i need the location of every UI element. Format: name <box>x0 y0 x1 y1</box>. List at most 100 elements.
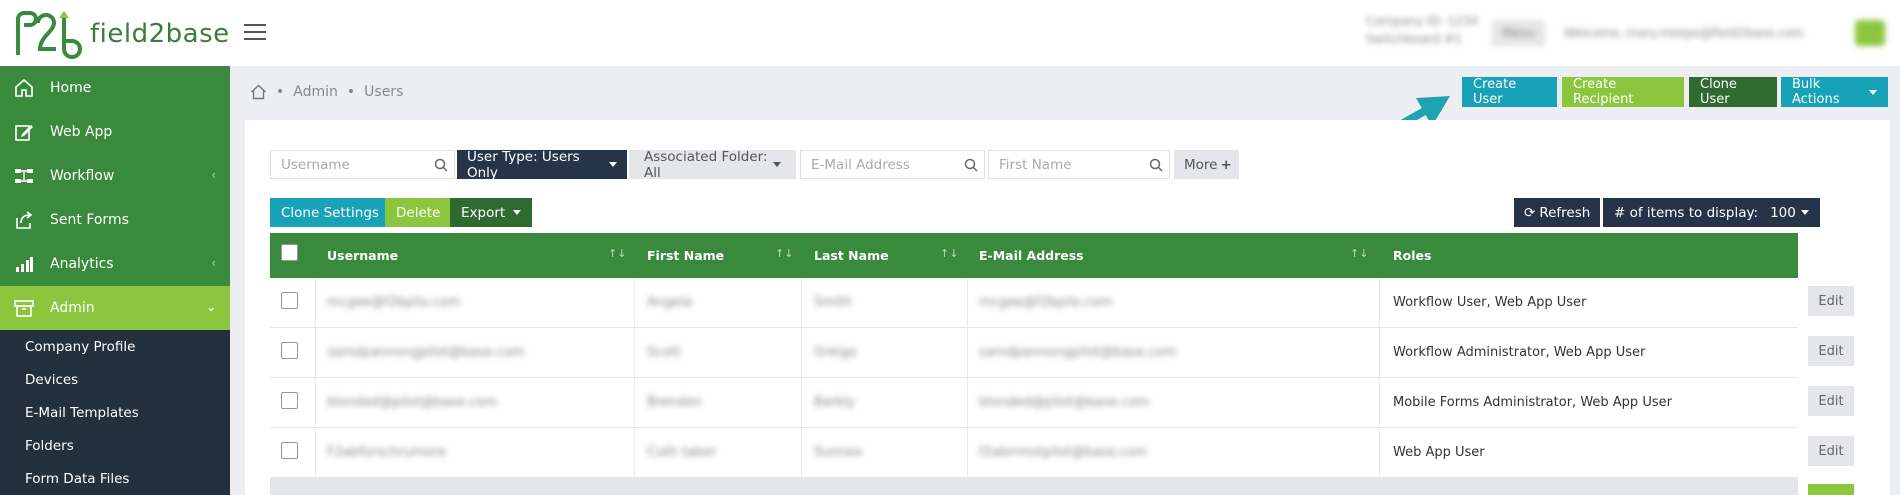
last-name-cell: Greigo <box>814 345 857 360</box>
edit-icon <box>15 125 33 141</box>
sidebar: Home Web App Workflow ‹ Sent Forms Analy… <box>0 66 230 495</box>
table-row[interactable]: samdpannongpilot@base.com Scott Greigo s… <box>270 328 1798 378</box>
bulk-actions-label: Bulk Actions <box>1792 77 1840 107</box>
menu-toggle-icon[interactable] <box>244 24 266 42</box>
chevron-left-icon: ‹ <box>211 256 216 270</box>
breadcrumb-admin[interactable]: Admin <box>293 84 338 100</box>
column-header-first-name[interactable]: First Name <box>647 248 724 263</box>
select-all-checkbox[interactable] <box>281 244 298 261</box>
username-cell: mcgee@f2bpilo.com <box>327 295 461 310</box>
user-type-dropdown[interactable]: User Type: Users Only <box>457 149 627 181</box>
edit-button[interactable]: Edit <box>1808 436 1854 466</box>
breadcrumb-users: Users <box>364 84 404 100</box>
column-header-username[interactable]: Username <box>327 248 398 263</box>
create-recipient-button[interactable]: Create Recipient <box>1562 77 1684 107</box>
company-info: Company ID: 1234 Switchboard #1 <box>1366 14 1478 46</box>
row-checkbox[interactable] <box>281 442 298 459</box>
items-per-page-value: 100 <box>1770 204 1796 221</box>
column-header-last-name[interactable]: Last Name <box>814 248 889 263</box>
column-header-roles: Roles <box>1393 248 1432 263</box>
last-name-cell: Barkly <box>814 395 856 410</box>
sidebar-label-sent-forms: Sent Forms <box>50 212 129 228</box>
associated-folder-dropdown[interactable]: Associated Folder: All <box>629 149 796 181</box>
roles-cell: Workflow Administrator, Web App User <box>1393 345 1646 360</box>
sidebar-item-workflow[interactable]: Workflow ‹ <box>0 154 230 198</box>
sidebar-label-admin: Admin <box>50 300 95 316</box>
sidebar-item-analytics[interactable]: Analytics ‹ <box>0 242 230 286</box>
refresh-button[interactable]: ⟳ Refresh <box>1514 198 1601 227</box>
search-icon <box>964 158 978 172</box>
submenu-item-folders[interactable]: Folders <box>0 429 230 462</box>
edit-button[interactable]: Edit <box>1808 386 1854 416</box>
welcome-text: Welcome, mary.meeps@field2base.com <box>1564 26 1804 40</box>
caret-down-icon <box>609 162 617 167</box>
table-row-partial <box>270 478 1798 495</box>
avatar[interactable] <box>1855 20 1885 46</box>
sort-icon[interactable]: ↑↓ <box>1350 247 1368 260</box>
create-user-button[interactable]: Create User <box>1462 77 1557 107</box>
sidebar-label-home: Home <box>50 80 92 96</box>
sidebar-item-home[interactable]: Home <box>0 66 230 110</box>
column-header-email[interactable]: E-Mail Address <box>979 248 1084 263</box>
search-icon <box>434 158 448 172</box>
clone-user-button[interactable]: Clone User <box>1689 77 1777 107</box>
more-filters-label: More <box>1184 156 1218 173</box>
username-cell: F2abforschrumore <box>327 445 447 460</box>
sidebar-label-analytics: Analytics <box>50 256 114 272</box>
account-menu-button[interactable]: Menu <box>1492 20 1545 46</box>
email-cell: blonded@pilot@base.com <box>979 395 1149 410</box>
submenu-item-company-profile[interactable]: Company Profile <box>0 330 230 363</box>
caret-down-icon <box>513 210 522 215</box>
submenu-item-form-data-files[interactable]: Form Data Files <box>0 462 230 495</box>
breadcrumb-separator: • <box>346 84 356 100</box>
bar-chart-icon <box>16 257 33 272</box>
sidebar-item-admin[interactable]: Admin ⌄ <box>0 286 230 330</box>
sort-icon[interactable]: ↑↓ <box>775 247 793 260</box>
submenu-item-email-templates[interactable]: E-Mail Templates <box>0 396 230 429</box>
row-checkbox[interactable] <box>281 342 298 359</box>
table-row[interactable]: F2abforschrumore Cuth taber Sunnex f2abr… <box>270 428 1798 478</box>
share-icon <box>16 211 33 229</box>
submenu-item-devices[interactable]: Devices <box>0 363 230 396</box>
edit-button[interactable]: Edit <box>1808 336 1854 366</box>
more-filters-button[interactable]: More + <box>1174 150 1239 179</box>
table-row[interactable]: blonded@pilot@base.com Brenden Barkly bl… <box>270 378 1798 428</box>
brand-name: field2base <box>90 19 230 49</box>
breadcrumb: • Admin • Users <box>250 84 403 100</box>
last-name-cell: Sunnex <box>814 445 863 460</box>
breadcrumb-separator: • <box>276 84 285 100</box>
top-bar: field2base Company ID: 1234 Switchboard … <box>0 0 1900 66</box>
row-checkbox[interactable] <box>281 292 298 309</box>
username-cell: blonded@pilot@base.com <box>327 395 497 410</box>
export-button[interactable]: Export <box>450 198 533 227</box>
username-placeholder: Username <box>281 156 350 173</box>
archive-icon <box>14 300 34 317</box>
items-per-page-dropdown[interactable]: # of items to display: 100 <box>1603 198 1820 227</box>
email-search-input[interactable]: E-Mail Address <box>800 150 985 179</box>
home-icon[interactable] <box>250 84 267 100</box>
row-checkbox[interactable] <box>281 392 298 409</box>
chevron-down-icon: ⌄ <box>205 300 216 314</box>
username-search-input[interactable]: Username <box>270 150 455 179</box>
sort-icon[interactable]: ↑↓ <box>608 247 626 260</box>
sidebar-label-web-app: Web App <box>50 124 113 140</box>
first-name-search-input[interactable]: First Name <box>988 150 1170 179</box>
users-panel: Username User Type: Users Only Associate… <box>245 120 1890 495</box>
company-switch: Switchboard #1 <box>1366 32 1462 46</box>
sort-icon[interactable]: ↑↓ <box>940 247 958 260</box>
brand-logo[interactable]: field2base <box>14 9 230 59</box>
company-id: Company ID: 1234 <box>1366 14 1479 28</box>
clone-settings-button[interactable]: Clone Settings <box>270 198 390 227</box>
bulk-actions-button[interactable]: Bulk Actions <box>1781 77 1888 107</box>
refresh-icon: ⟳ <box>1524 204 1536 221</box>
sidebar-item-sent-forms[interactable]: Sent Forms <box>0 198 230 242</box>
plus-icon: + <box>1220 156 1232 173</box>
edit-button[interactable]: Edit <box>1808 286 1854 316</box>
row-action-button-partial[interactable] <box>1808 484 1854 495</box>
refresh-label: Refresh <box>1539 204 1591 221</box>
sidebar-item-web-app[interactable]: Web App <box>0 110 230 154</box>
roles-cell: Mobile Forms Administrator, Web App User <box>1393 395 1672 410</box>
items-per-page-label: # of items to display: <box>1614 204 1759 221</box>
table-row[interactable]: mcgee@f2bpilo.com Angela Smith mcgee@f2b… <box>270 278 1798 328</box>
delete-button[interactable]: Delete <box>385 198 452 227</box>
